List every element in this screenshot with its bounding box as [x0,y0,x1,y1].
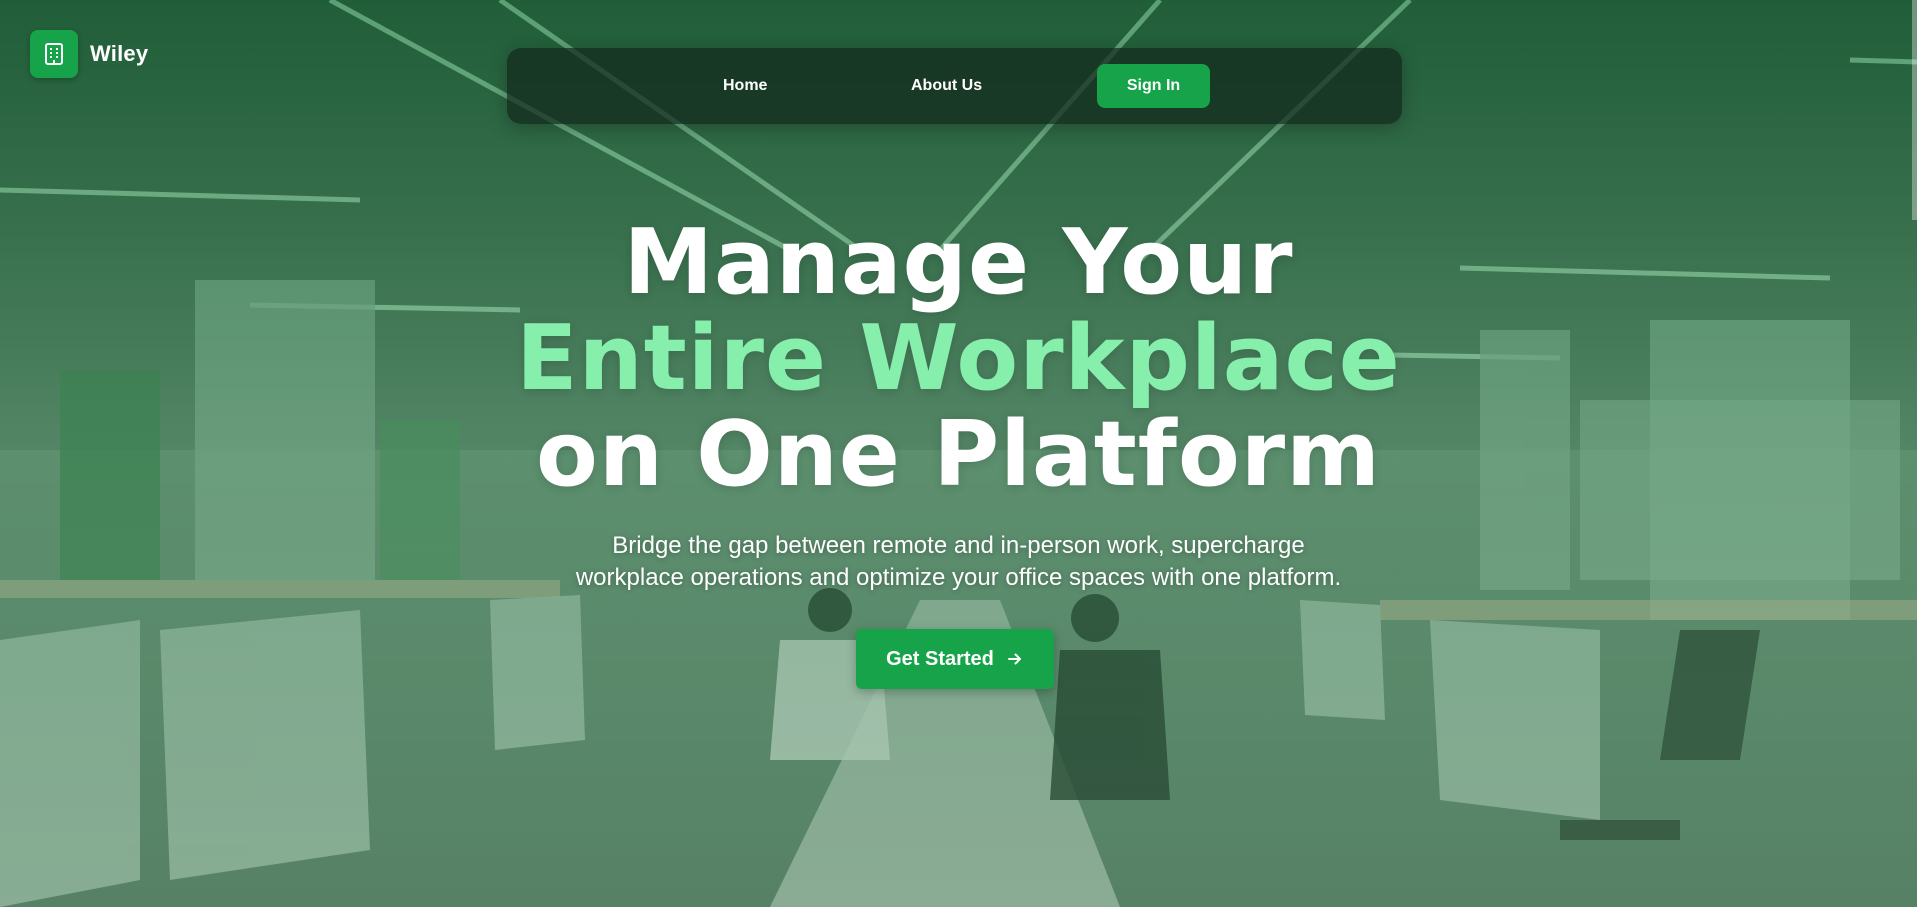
hero-line-2: Entire Workplace [516,306,1401,411]
hero-subtitle: Bridge the gap between remote and in-per… [0,530,1917,594]
arrow-right-icon [1006,650,1024,668]
brand-logo[interactable]: Wiley [30,30,148,78]
page-scrollbar[interactable] [1912,0,1917,220]
sign-in-button[interactable]: Sign In [1097,64,1210,108]
hero-heading: Manage Your Entire Workplace on One Plat… [0,215,1917,503]
get-started-button[interactable]: Get Started [856,629,1054,689]
hero-line-1: Manage Your [623,210,1294,315]
nav-home-link[interactable]: Home [723,48,767,124]
building-icon [30,30,78,78]
hero-line-3: on One Platform [536,402,1381,507]
brand-name: Wiley [90,41,149,66]
top-nav: Home About Us Sign In [507,48,1402,124]
get-started-label: Get Started [886,647,994,670]
hero-subtitle-line-1: Bridge the gap between remote and in-per… [612,532,1305,559]
nav-about-link[interactable]: About Us [911,48,982,124]
hero-subtitle-line-2: workplace operations and optimize your o… [575,564,1342,591]
